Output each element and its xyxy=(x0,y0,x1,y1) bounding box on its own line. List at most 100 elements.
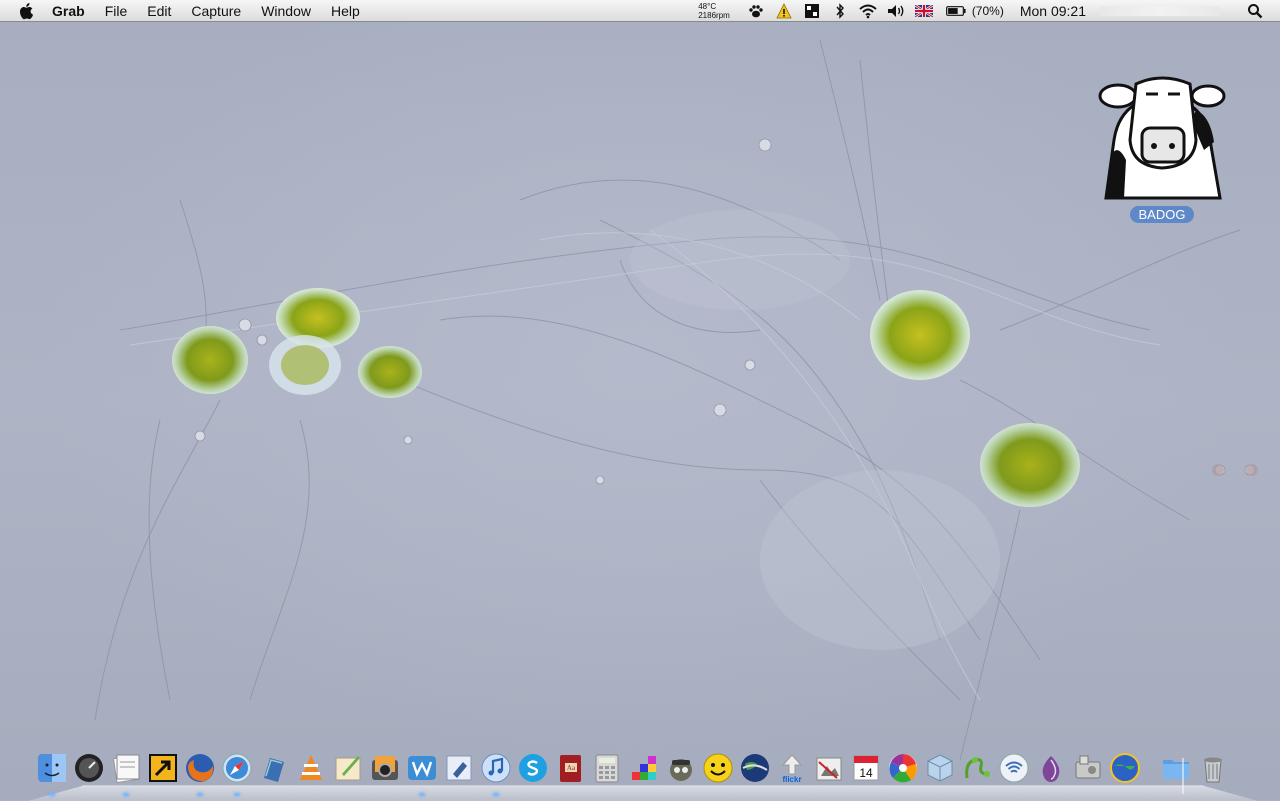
dock-item-globe-net[interactable] xyxy=(1109,752,1141,788)
itunes-icon xyxy=(481,753,511,783)
box-tool-icon xyxy=(927,754,953,782)
finder-icon xyxy=(38,754,66,782)
battery-level-fill xyxy=(947,7,958,14)
dock-item-finder[interactable] xyxy=(36,752,68,796)
running-indicator xyxy=(493,793,499,796)
dock-item-wifi-tool[interactable] xyxy=(998,752,1030,788)
adium-smiley-icon xyxy=(703,753,733,783)
dock-item-skype[interactable] xyxy=(517,752,549,788)
preview-icon xyxy=(113,754,140,783)
dictionary-icon: Aa xyxy=(560,755,581,782)
dock-item-image-tool[interactable] xyxy=(813,752,845,788)
skype-icon xyxy=(519,754,547,782)
dock-item-calendar[interactable]: 14 xyxy=(850,752,882,788)
vine-icon xyxy=(965,757,990,779)
cow-icon xyxy=(1098,76,1226,200)
dock-item-google-earth[interactable] xyxy=(739,752,771,788)
trash-icon xyxy=(1204,757,1222,783)
dock-item-spy-tool[interactable] xyxy=(665,752,697,788)
dock-item-preview-mail[interactable] xyxy=(443,752,475,788)
bluetooth-icon[interactable] xyxy=(830,2,850,20)
running-indicator xyxy=(419,793,425,796)
writer-icon xyxy=(408,756,436,780)
warning-icon[interactable] xyxy=(774,2,794,20)
svg-text:flickr: flickr xyxy=(782,775,801,784)
dock-divider xyxy=(1182,758,1184,794)
spy-tool-icon xyxy=(670,759,692,781)
menu-file[interactable]: File xyxy=(95,0,138,22)
menu-capture[interactable]: Capture xyxy=(181,0,251,22)
svg-text:Aa: Aa xyxy=(567,764,576,772)
dock-item-flickr-uploader[interactable]: flickr xyxy=(776,752,808,788)
calculator-icon xyxy=(595,754,619,783)
safari-icon xyxy=(222,753,252,783)
dock-item-dictionary[interactable]: Aa xyxy=(554,752,586,788)
dock-item-tor-onion[interactable] xyxy=(1035,752,1067,788)
firefox-icon xyxy=(186,754,214,782)
apple-menu-icon[interactable] xyxy=(16,0,38,22)
battery-percent: (70%) xyxy=(971,3,1004,18)
globe-net-icon xyxy=(1110,753,1140,783)
vlc-icon xyxy=(300,755,322,780)
dock-item-iphoto[interactable] xyxy=(369,752,401,788)
volume-icon[interactable] xyxy=(886,2,906,20)
paw-icon[interactable] xyxy=(746,2,766,20)
uk-flag-icon[interactable] xyxy=(914,2,934,20)
menu-help[interactable]: Help xyxy=(321,0,370,22)
dock-item-trash[interactable] xyxy=(1197,752,1229,788)
papers-icon xyxy=(264,758,284,782)
tetris-icon xyxy=(632,756,656,780)
dock-item-vine[interactable] xyxy=(961,752,993,788)
tor-onion-icon xyxy=(1042,756,1060,782)
dock-item-papers[interactable] xyxy=(258,752,290,788)
quill-icon xyxy=(335,756,361,781)
disk-tool-icon xyxy=(1075,755,1101,779)
dock-item-itunes[interactable] xyxy=(480,752,512,796)
temperature-readout: 48°C xyxy=(698,1,717,11)
picasa-icon xyxy=(889,754,917,783)
menu-bar: Grab File Edit Capture Window Help 48°C … xyxy=(0,0,1280,22)
spotlight-search-icon[interactable] xyxy=(1244,3,1266,19)
dock-item-folder-blue[interactable] xyxy=(1160,752,1192,788)
running-indicator xyxy=(234,793,240,796)
folder-blue-icon xyxy=(1163,760,1189,779)
dock-item-firefox[interactable] xyxy=(184,752,216,796)
dock-item-safari[interactable] xyxy=(221,752,253,796)
iphoto-icon xyxy=(372,756,398,780)
dock-item-box-tool[interactable] xyxy=(924,752,956,788)
desktop-icon-badog[interactable]: BADOG xyxy=(1092,70,1232,230)
temperature-monitor[interactable]: 48°C 2186rpm xyxy=(698,2,730,20)
dock-item-disk-tool[interactable] xyxy=(1072,752,1104,788)
user-name-redacted[interactable] xyxy=(1100,5,1220,16)
dock-item-preview[interactable] xyxy=(110,752,142,796)
wallpaper-image xyxy=(94,39,1258,761)
fan-speed-readout: 2186rpm xyxy=(698,10,730,20)
preview-mail-icon xyxy=(446,755,472,781)
calendar-icon: 14 xyxy=(853,755,879,781)
dock-items: Aa flickr 14 xyxy=(36,752,1229,796)
alias-icon xyxy=(149,754,177,782)
dock-item-tetris[interactable] xyxy=(628,752,660,788)
svg-text:14: 14 xyxy=(859,766,873,780)
dock-item-adium-smiley[interactable] xyxy=(702,752,734,788)
menu-clock[interactable]: Mon 09:21 xyxy=(1020,3,1086,19)
dock-item-alias[interactable] xyxy=(147,752,179,788)
wifi-icon[interactable] xyxy=(858,2,878,20)
menu-app-name[interactable]: Grab xyxy=(46,0,95,22)
running-indicator xyxy=(197,793,203,796)
battery-icon[interactable] xyxy=(945,2,966,20)
dock-item-picasa[interactable] xyxy=(887,752,919,788)
dock-item-writer[interactable] xyxy=(406,752,438,796)
grid-icon[interactable] xyxy=(802,2,822,20)
flickr-uploader-icon: flickr xyxy=(781,754,803,784)
dock-item-vlc[interactable] xyxy=(295,752,327,788)
dock-item-dashboard[interactable] xyxy=(73,752,105,788)
desktop-icon-label: BADOG xyxy=(1129,206,1195,223)
desktop[interactable]: BADOG xyxy=(0,0,1280,800)
menu-window[interactable]: Window xyxy=(251,0,321,22)
menu-edit[interactable]: Edit xyxy=(137,0,181,22)
dock-item-quill[interactable] xyxy=(332,752,364,788)
google-earth-icon xyxy=(741,754,769,782)
dock-item-calculator[interactable] xyxy=(591,752,623,788)
wifi-tool-icon xyxy=(999,753,1029,783)
